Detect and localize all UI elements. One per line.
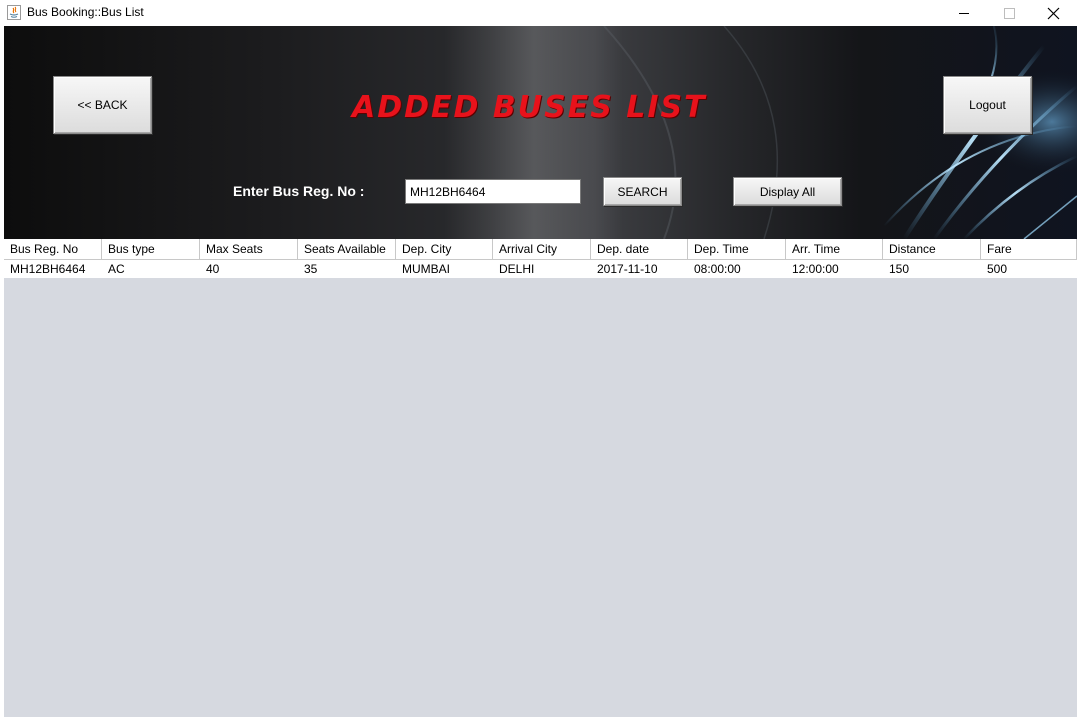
column-header[interactable]: Dep. City	[396, 239, 493, 259]
column-header[interactable]: Distance	[883, 239, 981, 259]
table-row[interactable]: MH12BH6464 AC 40 35 MUMBAI DELHI 2017-11…	[4, 260, 1077, 278]
bus-reg-no-label: Enter Bus Reg. No :	[233, 183, 365, 199]
table-header: Bus Reg. No Bus type Max Seats Seats Ava…	[4, 239, 1077, 260]
table-cell: 2017-11-10	[597, 262, 658, 276]
table-cell: 08:00:00	[694, 262, 741, 276]
close-icon[interactable]	[1031, 0, 1077, 26]
header-banner: << BACK ADDED BUSES LIST Logout Enter Bu…	[4, 26, 1077, 239]
table-cell: 12:00:00	[792, 262, 839, 276]
table-cell: MUMBAI	[402, 262, 450, 276]
page-title: ADDED BUSES LIST	[352, 90, 707, 125]
display-all-button[interactable]: Display All	[733, 177, 842, 206]
search-button[interactable]: SEARCH	[603, 177, 682, 206]
back-button[interactable]: << BACK	[53, 76, 152, 134]
column-header[interactable]: Fare	[981, 239, 1077, 259]
bus-list-window: Bus Booking::Bus List << BACK ADDED BUSE…	[0, 0, 1079, 721]
column-header[interactable]: Max Seats	[200, 239, 298, 259]
logout-button[interactable]: Logout	[943, 76, 1032, 134]
table-cell: MH12BH6464	[10, 262, 86, 276]
table-cell: 40	[206, 262, 220, 276]
title-bar: Bus Booking::Bus List	[0, 0, 1079, 26]
table-cell: AC	[108, 262, 125, 276]
table-cell: 150	[889, 262, 910, 276]
window-border-bottom	[0, 717, 1079, 721]
table-cell: 35	[304, 262, 318, 276]
column-header[interactable]: Arr. Time	[786, 239, 883, 259]
window-title: Bus Booking::Bus List	[27, 5, 144, 19]
column-header[interactable]: Dep. date	[591, 239, 688, 259]
bus-list-table[interactable]: Bus Reg. No Bus type Max Seats Seats Ava…	[4, 239, 1077, 717]
table-cell: DELHI	[499, 262, 535, 276]
column-header[interactable]: Bus Reg. No	[4, 239, 102, 259]
column-header[interactable]: Bus type	[102, 239, 200, 259]
maximize-icon[interactable]	[986, 0, 1032, 26]
column-header[interactable]: Arrival City	[493, 239, 591, 259]
table-cell: 500	[987, 262, 1008, 276]
bus-reg-no-input[interactable]	[405, 179, 581, 204]
column-header[interactable]: Seats Available	[298, 239, 396, 259]
column-header[interactable]: Dep. Time	[688, 239, 786, 259]
banner-background-art	[444, 26, 1077, 239]
minimize-icon[interactable]	[941, 0, 987, 26]
java-app-icon	[7, 5, 21, 20]
